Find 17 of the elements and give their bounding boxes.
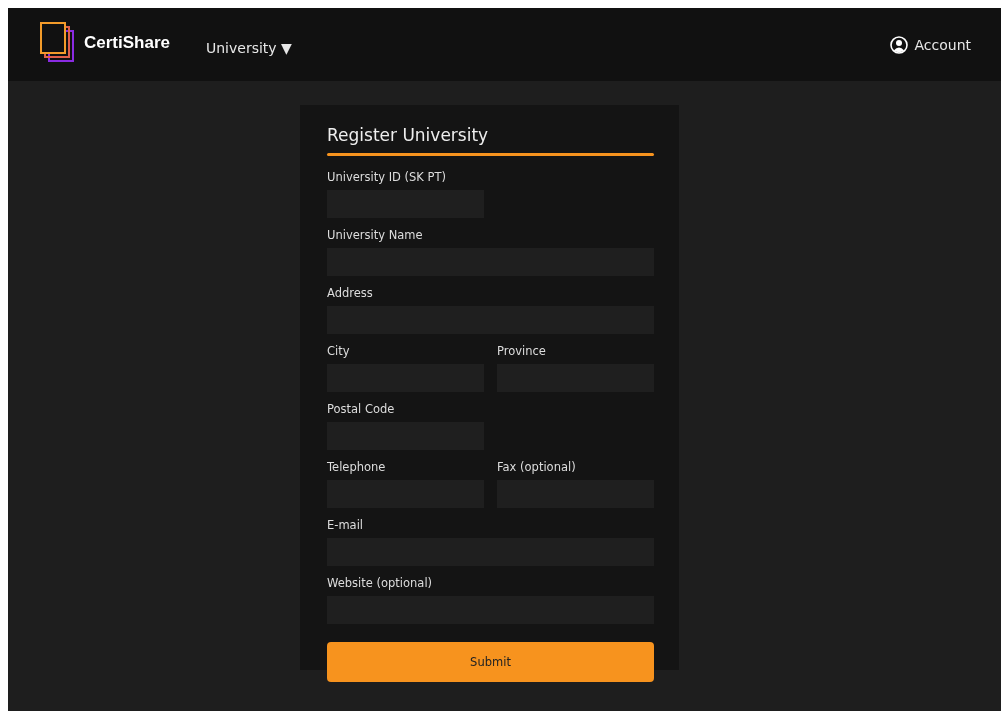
brand-name: CertiShare <box>84 32 170 53</box>
form-title: Register University <box>327 125 490 145</box>
university-menu[interactable]: University ▼ <box>206 39 292 56</box>
stacked-pages-icon <box>40 21 76 64</box>
field-label: Website (optional) <box>327 576 434 590</box>
field-label: University Name <box>327 228 424 242</box>
field-label: Fax (optional) <box>497 460 577 474</box>
field-label: Postal Code <box>327 402 396 416</box>
field-label: Province <box>497 344 547 358</box>
submit-button[interactable]: Submit <box>327 642 654 682</box>
field-label: City <box>327 344 351 358</box>
field-label: University ID (SK PT) <box>327 170 447 184</box>
account-link[interactable]: Account <box>890 35 971 54</box>
user-icon <box>890 35 909 54</box>
field-label: Telephone <box>327 460 387 474</box>
field-label: Address <box>327 286 374 300</box>
field-label: E-mail <box>327 518 365 532</box>
